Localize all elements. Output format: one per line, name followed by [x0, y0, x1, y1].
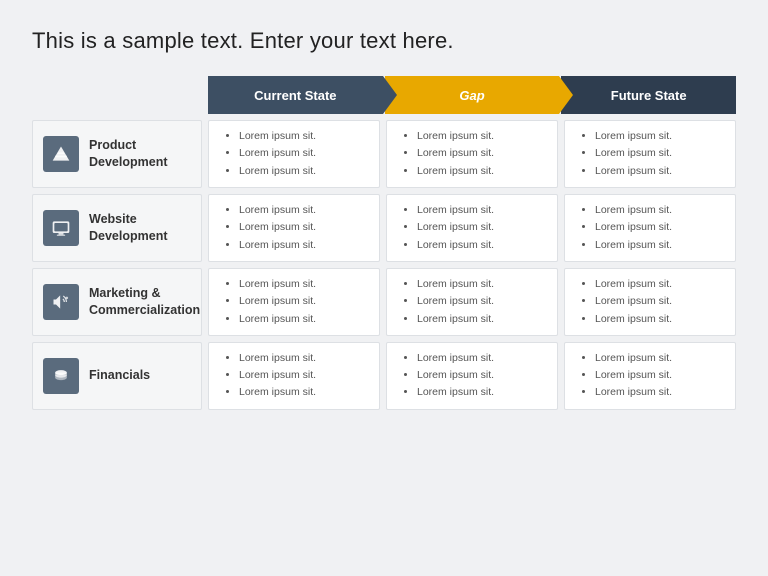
- list-item: Lorem ipsum sit.: [417, 276, 547, 293]
- list-item: Lorem ipsum sit.: [239, 163, 369, 180]
- list-item: Lorem ipsum sit.: [239, 384, 369, 401]
- data-rows: ProductDevelopmentLorem ipsum sit.Lorem …: [32, 120, 736, 556]
- list-item: Lorem ipsum sit.: [417, 293, 547, 310]
- row-label-product-development: ProductDevelopment: [32, 120, 202, 188]
- megaphone-icon: [43, 284, 79, 320]
- list-item: Lorem ipsum sit.: [595, 350, 725, 367]
- list-item: Lorem ipsum sit.: [595, 145, 725, 162]
- list-item: Lorem ipsum sit.: [417, 202, 547, 219]
- list-item: Lorem ipsum sit.: [595, 219, 725, 236]
- pyramid-icon: [43, 136, 79, 172]
- row-label-text-product-development: ProductDevelopment: [89, 137, 168, 171]
- slide: This is a sample text. Enter your text h…: [0, 0, 768, 576]
- list-item: Lorem ipsum sit.: [417, 163, 547, 180]
- list-item: Lorem ipsum sit.: [239, 128, 369, 145]
- list-item: Lorem ipsum sit.: [417, 367, 547, 384]
- list-item: Lorem ipsum sit.: [239, 219, 369, 236]
- row-label-text-website-development: WebsiteDevelopment: [89, 211, 168, 245]
- cell-financials-gap: Lorem ipsum sit.Lorem ipsum sit.Lorem ip…: [386, 342, 558, 410]
- coins-icon: [43, 358, 79, 394]
- row-label-text-marketing: Marketing &Commercialization: [89, 285, 200, 319]
- list-item: Lorem ipsum sit.: [595, 237, 725, 254]
- data-cells-marketing: Lorem ipsum sit.Lorem ipsum sit.Lorem ip…: [208, 268, 736, 336]
- list-item: Lorem ipsum sit.: [595, 367, 725, 384]
- list-item: Lorem ipsum sit.: [239, 350, 369, 367]
- cell-marketing-gap: Lorem ipsum sit.Lorem ipsum sit.Lorem ip…: [386, 268, 558, 336]
- data-row-marketing: Marketing &CommercializationLorem ipsum …: [32, 268, 736, 336]
- cell-financials-current: Lorem ipsum sit.Lorem ipsum sit.Lorem ip…: [208, 342, 380, 410]
- list-item: Lorem ipsum sit.: [417, 350, 547, 367]
- data-cells-financials: Lorem ipsum sit.Lorem ipsum sit.Lorem ip…: [208, 342, 736, 410]
- cell-website-development-future: Lorem ipsum sit.Lorem ipsum sit.Lorem ip…: [564, 194, 736, 262]
- list-item: Lorem ipsum sit.: [239, 276, 369, 293]
- monitor-icon: [43, 210, 79, 246]
- cell-product-development-gap: Lorem ipsum sit.Lorem ipsum sit.Lorem ip…: [386, 120, 558, 188]
- list-item: Lorem ipsum sit.: [239, 237, 369, 254]
- cell-product-development-future: Lorem ipsum sit.Lorem ipsum sit.Lorem ip…: [564, 120, 736, 188]
- list-item: Lorem ipsum sit.: [239, 293, 369, 310]
- row-label-marketing: Marketing &Commercialization: [32, 268, 202, 336]
- list-item: Lorem ipsum sit.: [239, 311, 369, 328]
- list-item: Lorem ipsum sit.: [239, 367, 369, 384]
- list-item: Lorem ipsum sit.: [417, 128, 547, 145]
- list-item: Lorem ipsum sit.: [595, 276, 725, 293]
- row-label-website-development: WebsiteDevelopment: [32, 194, 202, 262]
- list-item: Lorem ipsum sit.: [595, 202, 725, 219]
- list-item: Lorem ipsum sit.: [595, 128, 725, 145]
- list-item: Lorem ipsum sit.: [595, 311, 725, 328]
- cell-marketing-future: Lorem ipsum sit.Lorem ipsum sit.Lorem ip…: [564, 268, 736, 336]
- cell-website-development-current: Lorem ipsum sit.Lorem ipsum sit.Lorem ip…: [208, 194, 380, 262]
- data-row-financials: FinancialsLorem ipsum sit.Lorem ipsum si…: [32, 342, 736, 410]
- list-item: Lorem ipsum sit.: [595, 293, 725, 310]
- data-cells-website-development: Lorem ipsum sit.Lorem ipsum sit.Lorem ip…: [208, 194, 736, 262]
- list-item: Lorem ipsum sit.: [417, 219, 547, 236]
- list-item: Lorem ipsum sit.: [417, 145, 547, 162]
- slide-title: This is a sample text. Enter your text h…: [32, 28, 736, 54]
- data-row-product-development: ProductDevelopmentLorem ipsum sit.Lorem …: [32, 120, 736, 188]
- header-future: Future State: [561, 76, 736, 114]
- cell-website-development-gap: Lorem ipsum sit.Lorem ipsum sit.Lorem ip…: [386, 194, 558, 262]
- list-item: Lorem ipsum sit.: [595, 384, 725, 401]
- list-item: Lorem ipsum sit.: [595, 163, 725, 180]
- header-row: Current State Gap Future State: [208, 76, 736, 114]
- cell-financials-future: Lorem ipsum sit.Lorem ipsum sit.Lorem ip…: [564, 342, 736, 410]
- list-item: Lorem ipsum sit.: [417, 311, 547, 328]
- content-area: Current State Gap Future State ProductDe…: [32, 76, 736, 556]
- list-item: Lorem ipsum sit.: [417, 384, 547, 401]
- row-label-financials: Financials: [32, 342, 202, 410]
- list-item: Lorem ipsum sit.: [239, 202, 369, 219]
- header-gap: Gap: [385, 76, 560, 114]
- cell-marketing-current: Lorem ipsum sit.Lorem ipsum sit.Lorem ip…: [208, 268, 380, 336]
- data-cells-product-development: Lorem ipsum sit.Lorem ipsum sit.Lorem ip…: [208, 120, 736, 188]
- row-label-text-financials: Financials: [89, 367, 150, 384]
- header-current: Current State: [208, 76, 383, 114]
- list-item: Lorem ipsum sit.: [239, 145, 369, 162]
- list-item: Lorem ipsum sit.: [417, 237, 547, 254]
- cell-product-development-current: Lorem ipsum sit.Lorem ipsum sit.Lorem ip…: [208, 120, 380, 188]
- data-row-website-development: WebsiteDevelopmentLorem ipsum sit.Lorem …: [32, 194, 736, 262]
